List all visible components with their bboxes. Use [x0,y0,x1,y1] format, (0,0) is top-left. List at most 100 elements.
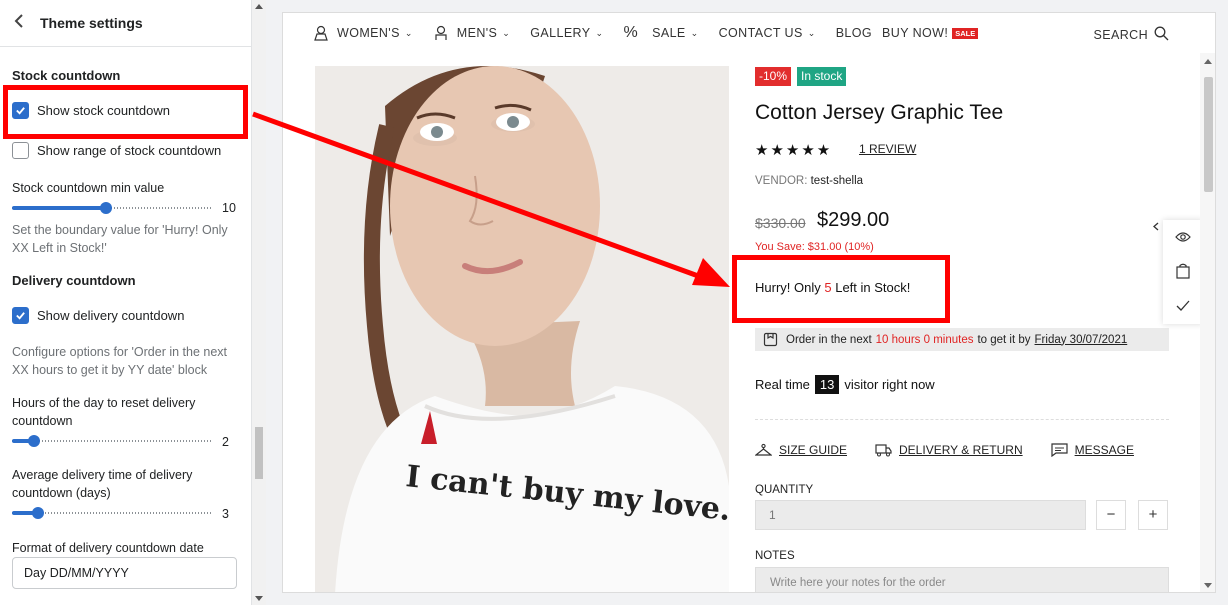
quantity-increase-button[interactable]: + [1138,500,1168,530]
in-stock-badge: In stock [797,67,847,86]
product-image[interactable]: I can't buy my love. [315,66,729,592]
show-range-checkbox[interactable]: Show range of stock countdown [12,142,221,159]
delivery-middle: to get it by [977,333,1031,346]
scrollbar-thumb[interactable] [255,427,263,479]
nav-contact-label: CONTACT US [718,26,803,40]
delivery-countdown-bar: Order in the next 10 hours 0 minutes to … [755,328,1169,351]
floating-toolbar [1163,220,1203,324]
search-label: SEARCH [1093,28,1148,42]
quantity-input[interactable]: 1 [755,500,1086,530]
nav-contact[interactable]: CONTACT US ⌄ [719,26,816,40]
model-photo: I can't buy my love. [315,66,729,592]
delivery-return-link[interactable]: DELIVERY & RETURN [875,443,1023,457]
slider-thumb[interactable] [28,435,40,447]
size-guide-label: SIZE GUIDE [779,443,848,457]
min-value-readout: 10 [222,201,236,215]
vendor-label: VENDOR: [755,175,808,187]
quick-view-button[interactable] [1163,220,1203,254]
chevron-down-icon: ⌄ [595,27,604,38]
nav-gallery-label: GALLERY [530,26,591,40]
search-icon [1148,26,1169,44]
compare-button[interactable] [1163,288,1203,322]
hanger-icon [755,443,772,456]
nav-womens-label: WOMEN'S [337,26,400,40]
delivery-help: Configure options for 'Order in the next… [12,345,228,377]
nav-sale[interactable]: % SALE ⌄ [623,24,698,42]
avg-delivery-readout: 3 [222,507,229,521]
review-link[interactable]: 1 REVIEW [859,142,916,156]
divider [755,419,1169,420]
show-delivery-countdown-label: Show delivery countdown [37,308,185,323]
eye-icon [1175,232,1191,242]
show-range-label: Show range of stock countdown [37,143,222,158]
delivery-return-label: DELIVERY & RETURN [899,443,1023,457]
rating-stars: ★★★★★ [755,142,833,159]
quantity-decrease-button[interactable]: − [1096,500,1126,530]
shopping-bag-icon [1176,263,1190,279]
discount-badge: -10% [755,67,792,86]
annotation-highlight-preview [732,255,950,323]
avg-delivery-label: Average delivery time of delivery countd… [12,468,193,500]
realtime-visitors: Real time 13 visitor right now [755,375,935,394]
chevron-down-icon: ⌄ [502,27,511,38]
scroll-down-icon[interactable] [1204,583,1212,588]
nav-blog[interactable]: BLOG [836,26,872,40]
delivery-date: Friday 30/07/2021 [1034,333,1128,346]
add-to-cart-button[interactable] [1163,254,1203,288]
notes-label: NOTES [755,550,795,562]
nav-blog-label: BLOG [835,26,873,40]
delivery-countdown-heading: Delivery countdown [12,273,136,288]
scroll-up-icon[interactable] [1204,59,1212,64]
message-link[interactable]: MESSAGE [1051,443,1134,457]
date-format-input[interactable]: Day DD/MM/YYYY [12,557,237,589]
slider-thumb[interactable] [32,507,44,519]
woman-icon [313,25,329,41]
current-price: $299.00 [817,209,890,231]
reset-hours-label: Hours of the day to reset delivery count… [12,396,196,428]
message-icon [1051,443,1068,457]
checkbox-checked-icon[interactable] [12,307,29,324]
message-label: MESSAGE [1074,443,1134,457]
nav-mens[interactable]: MEN'S ⌄ [433,25,510,41]
size-guide-link[interactable]: SIZE GUIDE [755,443,847,457]
vendor-name[interactable]: test-shella [811,175,863,187]
scroll-down-icon[interactable] [255,596,263,601]
scroll-up-icon[interactable] [255,4,263,9]
percent-icon: % [623,24,639,41]
visitor-count: 13 [814,375,840,394]
min-value-help: Set the boundary value for 'Hurry! Only … [12,223,228,255]
notes-textarea[interactable]: Write here your notes for the order [755,567,1169,592]
quantity-label: QUANTITY [755,484,814,496]
date-format-label: Format of delivery countdown date [12,541,204,555]
nav-sale-label: SALE [652,26,686,40]
show-delivery-countdown-checkbox[interactable]: Show delivery countdown [12,307,184,324]
annotation-highlight-setting [3,85,248,139]
chevron-down-icon: ⌄ [690,27,699,38]
delivery-prefix: Order in the next [786,333,872,346]
nav-mens-label: MEN'S [456,26,498,40]
back-arrow-icon[interactable] [14,13,40,33]
nav-buy-now-label: BUY NOW! [882,26,949,40]
product-links: SIZE GUIDE DELIVERY & RETURN MESSAGE [755,443,1162,457]
old-price: $330.00 [755,215,806,231]
min-value-label: Stock countdown min value [12,181,165,195]
you-save-text: You Save: $31.00 (10%) [755,241,874,253]
min-value-slider[interactable] [12,202,212,214]
scrollbar-thumb[interactable] [1204,77,1213,192]
nav-gallery[interactable]: GALLERY ⌄ [530,26,603,40]
reset-hours-readout: 2 [222,435,229,449]
sale-badge: SALE [952,27,979,39]
delivery-box-icon [763,332,778,347]
avg-delivery-slider[interactable] [12,507,212,519]
slider-thumb[interactable] [100,202,112,214]
nav-womens[interactable]: WOMEN'S ⌄ [313,25,413,41]
sidebar-scrollbar[interactable] [252,0,266,605]
checkbox-unchecked-icon[interactable] [12,142,29,159]
search-button[interactable]: SEARCH [1094,26,1170,44]
reset-hours-slider[interactable] [12,435,212,447]
stock-countdown-heading: Stock countdown [12,68,121,83]
nav-buy-now[interactable]: BUY NOW! SALE [882,26,979,40]
preview-scrollbar[interactable] [1200,53,1215,592]
visitors-prefix: Real time [755,377,810,392]
chevron-left-icon [1153,222,1159,231]
